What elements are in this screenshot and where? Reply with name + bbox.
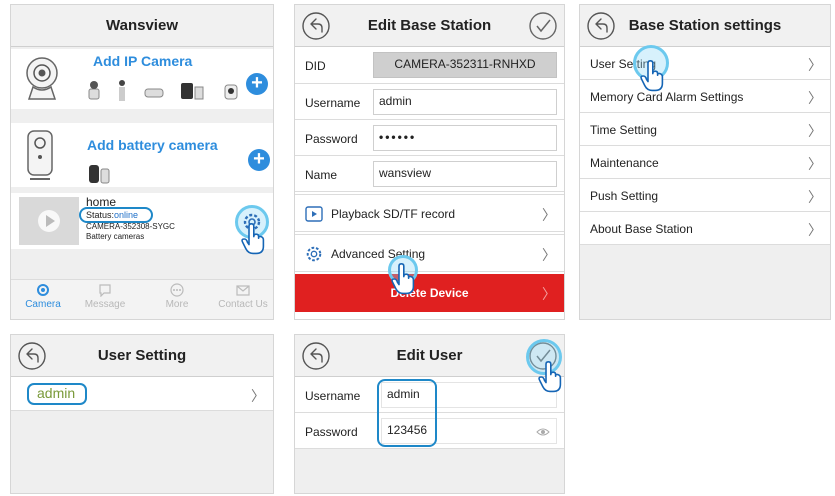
page-title: Edit User [396, 347, 463, 364]
add-battery-camera-card[interactable]: Add battery camera + [11, 123, 273, 187]
add-battery-camera-plus-icon[interactable]: + [248, 149, 270, 171]
name-label: Name [305, 168, 338, 182]
tab-contact-us-label: Contact Us [218, 299, 268, 310]
header: User Setting [11, 335, 273, 377]
camera-tab-icon [37, 284, 49, 296]
tab-camera-label: Camera [25, 299, 61, 310]
name-row: Name wansview [295, 156, 564, 192]
menu-item-user-setting[interactable]: User Setting 〉 [580, 47, 830, 80]
play-icon [38, 210, 60, 232]
tab-more-label: More [165, 299, 189, 310]
username-label: Username [305, 96, 361, 110]
page-title: Base Station settings [628, 17, 782, 34]
tab-message[interactable]: Message [75, 283, 135, 310]
base-station-settings-panel: Base Station settings User Setting 〉 Mem… [579, 4, 831, 320]
add-battery-camera-label: Add battery camera [87, 137, 218, 153]
device-list-item[interactable]: home Status:online CAMERA-352308-SYGC Ba… [11, 193, 273, 249]
advanced-setting-row[interactable]: Advanced Setting 〉 [295, 234, 564, 272]
user-list-item[interactable]: admin 〉 [11, 377, 273, 411]
page-title: Edit Base Station [367, 17, 492, 34]
menu-item-label: Time Setting [590, 123, 657, 137]
chevron-right-icon: 〉 [808, 90, 822, 106]
add-ip-camera-card[interactable]: Add IP Camera + [11, 49, 273, 109]
header: Base Station settings [580, 5, 830, 47]
username-label: Username [305, 389, 361, 403]
menu-item-maintenance[interactable]: Maintenance 〉 [580, 146, 830, 179]
menu-item-label: Maintenance [590, 156, 659, 170]
menu-item-label: Push Setting [590, 189, 659, 203]
playback-icon [305, 206, 323, 222]
menu-item-time-setting[interactable]: Time Setting 〉 [580, 113, 830, 146]
playback-row[interactable]: Playback SD/TF record 〉 [295, 194, 564, 232]
chevron-right-icon: 〉 [542, 207, 556, 223]
chevron-right-icon: 〉 [808, 222, 822, 238]
credentials-highlight [377, 379, 437, 447]
page-title: Wansview [106, 17, 178, 34]
chevron-right-icon: 〉 [542, 247, 556, 263]
device-type: Battery cameras [86, 232, 145, 241]
did-label: DID [305, 59, 326, 73]
tab-contact-us[interactable]: Contact Us [213, 283, 273, 310]
wansview-home-panel: Wansview Add IP Camera + Add battery cam… [10, 4, 274, 320]
check-icon[interactable] [528, 11, 558, 41]
password-label: Password [305, 425, 358, 439]
page-title: User Setting [97, 347, 187, 364]
add-ip-camera-plus-icon[interactable]: + [246, 73, 268, 95]
status-highlight [79, 207, 153, 223]
menu-item-memory-card[interactable]: Memory Card Alarm Settings 〉 [580, 80, 830, 113]
chevron-right-icon: 〉 [808, 123, 822, 139]
username-field[interactable]: admin [373, 89, 557, 115]
contact-tab-icon [236, 285, 250, 296]
eye-icon[interactable] [536, 427, 550, 437]
password-label: Password [305, 132, 358, 146]
message-tab-icon [99, 284, 111, 297]
password-row: Password •••••• [295, 120, 564, 156]
menu-item-label: Memory Card Alarm Settings [590, 90, 744, 104]
name-field[interactable]: wansview [373, 161, 557, 187]
tab-more[interactable]: More [147, 283, 207, 310]
camera-icon [26, 57, 58, 100]
delete-device-label: Delete Device [390, 286, 469, 300]
chevron-right-icon: 〉 [542, 286, 556, 302]
menu-item-push-setting[interactable]: Push Setting 〉 [580, 179, 830, 212]
more-tab-icon [170, 283, 184, 297]
device-thumbnail [19, 197, 79, 245]
username-row: Username admin [295, 84, 564, 120]
did-field: CAMERA-352311-RNHXD [373, 52, 557, 78]
device-did: CAMERA-352308-SYGC [86, 222, 175, 231]
delete-device-button[interactable]: Delete Device 〉 [295, 274, 564, 312]
user-name: admin [37, 385, 76, 401]
add-ip-camera-label: Add IP Camera [93, 53, 193, 69]
gear-icon [306, 246, 322, 262]
header: Edit User [295, 335, 564, 377]
hand-pointer-icon [640, 60, 664, 92]
user-setting-panel: User Setting admin 〉 [10, 334, 274, 494]
chevron-right-icon: 〉 [808, 57, 822, 73]
password-field[interactable]: •••••• [373, 125, 557, 151]
battery-camera-model-icon [89, 165, 110, 184]
chevron-right-icon: 〉 [251, 388, 265, 404]
edit-user-panel: Edit User Username admin Password 123456 [294, 334, 565, 494]
tab-message-label: Message [84, 299, 126, 310]
battery-camera-icon [27, 130, 53, 180]
menu-item-label: About Base Station [590, 222, 693, 236]
chevron-right-icon: 〉 [808, 156, 822, 172]
camera-models-icon [88, 80, 238, 101]
did-row: DID CAMERA-352311-RNHXD [295, 47, 564, 84]
tab-camera[interactable]: Camera [13, 283, 73, 310]
hand-pointer-icon [391, 263, 415, 295]
header: Wansview [11, 5, 273, 47]
chevron-right-icon: 〉 [808, 189, 822, 205]
hand-pointer-icon [538, 361, 562, 393]
playback-label: Playback SD/TF record [331, 207, 456, 221]
bottom-tab-bar: Camera Message More Contact Us [11, 279, 273, 319]
header: Edit Base Station [295, 5, 564, 47]
hand-pointer-icon [241, 223, 265, 255]
menu-item-about[interactable]: About Base Station 〉 [580, 212, 830, 245]
edit-base-station-panel: Edit Base Station DID CAMERA-352311-RNHX… [294, 4, 565, 320]
